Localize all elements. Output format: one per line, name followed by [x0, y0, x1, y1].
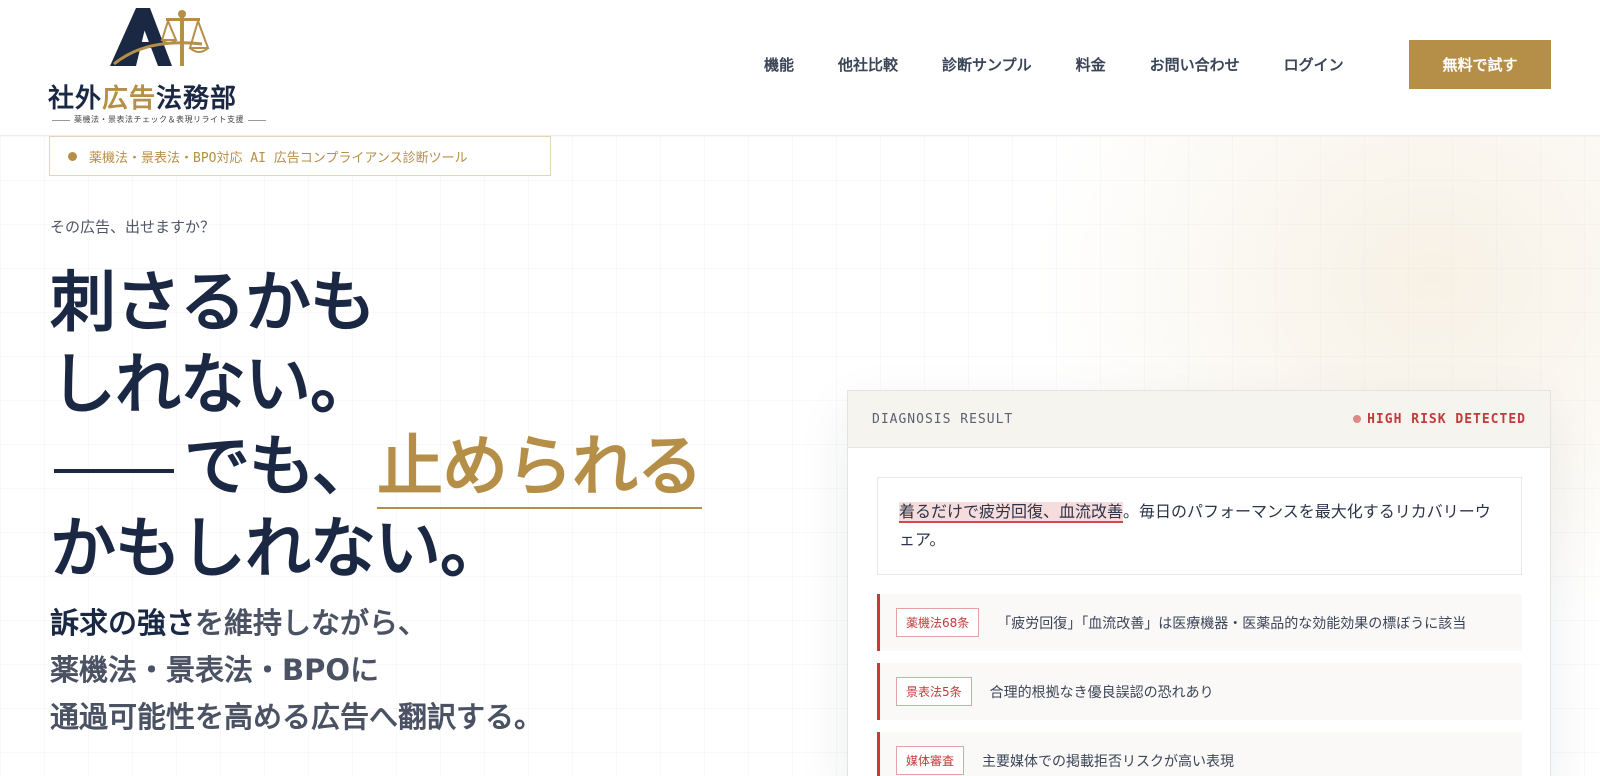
issue-item: 媒体審査 主要媒体での掲載拒否リスクが高い表現 — [877, 732, 1522, 776]
subcopy-line-1: 訴求の強さを維持しながら、 — [50, 600, 650, 647]
free-trial-button[interactable]: 無料で試す — [1409, 40, 1551, 89]
headline-line-4: かもしれない。 — [50, 510, 506, 587]
issue-tag: 景表法5条 — [896, 677, 972, 706]
issue-item: 薬機法68条 「疲労回復」「血流改善」は医療機器・医薬品的な効能効果の標ぼうに該… — [877, 594, 1522, 651]
diagnosis-card-header: DIAGNOSIS RESULT HIGH RISK DETECTED — [848, 391, 1550, 448]
nav-item-pricing[interactable]: 料金 — [1076, 54, 1106, 75]
headline-line-3: でも、止められる — [50, 426, 750, 509]
subcopy-line-1-rest: を維持しながら、 — [195, 606, 428, 640]
nav-item-comparison[interactable]: 他社比較 — [838, 54, 898, 75]
badge-dot-icon — [68, 151, 77, 161]
ad-copy-highlight: 着るだけで疲労回復、血流改善 — [899, 502, 1124, 523]
scales-of-justice-icon — [110, 8, 210, 66]
subcopy-strong: 訴求の強さ — [50, 606, 196, 640]
ad-copy-box: 着るだけで疲労回復、血流改善。毎日のパフォーマンスを最大化するリカバリーウェア。 — [877, 477, 1522, 575]
diagnosis-card: DIAGNOSIS RESULT HIGH RISK DETECTED 着るだけ… — [847, 390, 1551, 776]
hero-eyebrow: その広告、出せますか？ — [50, 218, 216, 236]
subcopy-line-2: 薬機法・景表法・BPOに — [50, 653, 380, 687]
hero-headline: 刺さるかも しれない。 でも、止められる かもしれない。 — [50, 262, 750, 590]
headline-accent: 止められる — [377, 428, 703, 509]
hero-badge: 薬機法・景表法・BPO対応 AI 広告コンプライアンス診断ツール — [49, 136, 551, 176]
em-dash-decoration — [54, 468, 174, 473]
risk-label: HIGH RISK DETECTED — [1367, 411, 1526, 427]
headline-line-1: 刺さるかも — [50, 264, 376, 341]
hero-subcopy: 訴求の強さを維持しながら、 薬機法・景表法・BPOに 通過可能性を高める広告へ翻… — [50, 600, 650, 741]
nav-item-sample[interactable]: 診断サンプル — [942, 54, 1032, 75]
main-nav: 機能 他社比較 診断サンプル 料金 お問い合わせ ログイン — [764, 54, 1388, 75]
issue-text: 主要媒体での掲載拒否リスクが高い表現 — [982, 753, 1235, 770]
issue-text: 「疲労回復」「血流改善」は医療機器・医薬品的な効能効果の標ぼうに該当 — [997, 615, 1467, 632]
nav-item-features[interactable]: 機能 — [764, 54, 794, 75]
issue-tag: 薬機法68条 — [896, 608, 980, 637]
risk-dot-icon — [1353, 415, 1362, 423]
site-header: 社外広告法務部 薬機法・景表法チェック＆表現リライト支援 機能 他社比較 診断サ… — [0, 0, 1600, 136]
headline-line-3-text: でも、 — [184, 428, 378, 505]
risk-status: HIGH RISK DETECTED — [1353, 412, 1526, 427]
issue-item: 景表法5条 合理的根拠なき優良誤認の恐れあり — [877, 663, 1522, 720]
brand-tagline: 薬機法・景表法チェック＆表現リライト支援 — [48, 114, 248, 125]
brand-logo[interactable]: 社外広告法務部 薬機法・景表法チェック＆表現リライト支援 — [48, 6, 258, 128]
nav-item-contact[interactable]: お問い合わせ — [1150, 54, 1240, 75]
diagnosis-title: DIAGNOSIS RESULT — [872, 411, 1014, 427]
badge-text: 薬機法・景表法・BPO対応 AI 広告コンプライアンス診断ツール — [89, 150, 468, 166]
subcopy-line-3: 通過可能性を高める広告へ翻訳する。 — [50, 700, 544, 734]
issue-text: 合理的根拠なき優良誤認の恐れあり — [989, 684, 1214, 701]
brand-name: 社外広告法務部 — [48, 84, 238, 114]
headline-line-2: しれない。 — [50, 346, 376, 423]
issue-tag: 媒体審査 — [896, 746, 965, 775]
nav-item-login[interactable]: ログイン — [1284, 54, 1344, 75]
page: 社外広告法務部 薬機法・景表法チェック＆表現リライト支援 機能 他社比較 診断サ… — [0, 0, 1600, 776]
